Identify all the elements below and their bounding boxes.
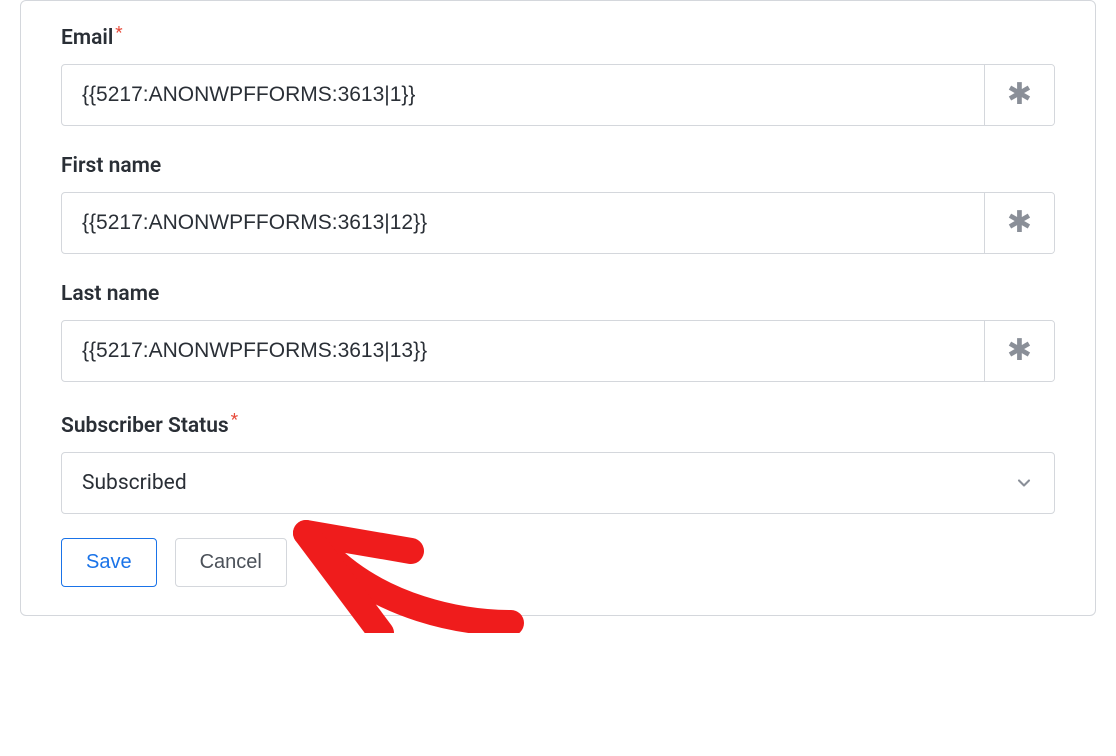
subscriber-status-label: Subscriber Status (61, 414, 229, 438)
first-name-field-group: First name ✱ (61, 154, 1055, 254)
chevron-down-icon (1014, 473, 1034, 493)
last-name-label: Last name (61, 282, 159, 306)
asterisk-icon: ✱ (1007, 208, 1032, 238)
first-name-token-button[interactable]: ✱ (984, 193, 1054, 253)
asterisk-icon: ✱ (1007, 80, 1032, 110)
last-name-token-button[interactable]: ✱ (984, 321, 1054, 381)
required-asterisk-icon: * (231, 410, 238, 430)
form-panel: Email* ✱ First name ✱ Last name ✱ (20, 0, 1096, 616)
last-name-field-group: Last name ✱ (61, 282, 1055, 382)
save-button[interactable]: Save (61, 538, 157, 587)
email-field-group: Email* ✱ (61, 23, 1055, 126)
email-token-button[interactable]: ✱ (984, 65, 1054, 125)
email-label: Email (61, 26, 113, 50)
first-name-input[interactable] (62, 193, 984, 253)
subscriber-status-field-group: Subscriber Status* Subscribed (61, 410, 1055, 513)
last-name-input-row: ✱ (61, 320, 1055, 382)
form-actions: Save Cancel (61, 538, 1055, 587)
first-name-input-row: ✱ (61, 192, 1055, 254)
first-name-label: First name (61, 154, 161, 178)
email-input[interactable] (62, 65, 984, 125)
cancel-button[interactable]: Cancel (175, 538, 287, 587)
asterisk-icon: ✱ (1007, 336, 1032, 366)
last-name-input[interactable] (62, 321, 984, 381)
required-asterisk-icon: * (115, 23, 122, 43)
subscriber-status-select[interactable]: Subscribed (61, 452, 1055, 514)
email-input-row: ✱ (61, 64, 1055, 126)
subscriber-status-value: Subscribed (62, 453, 1054, 513)
